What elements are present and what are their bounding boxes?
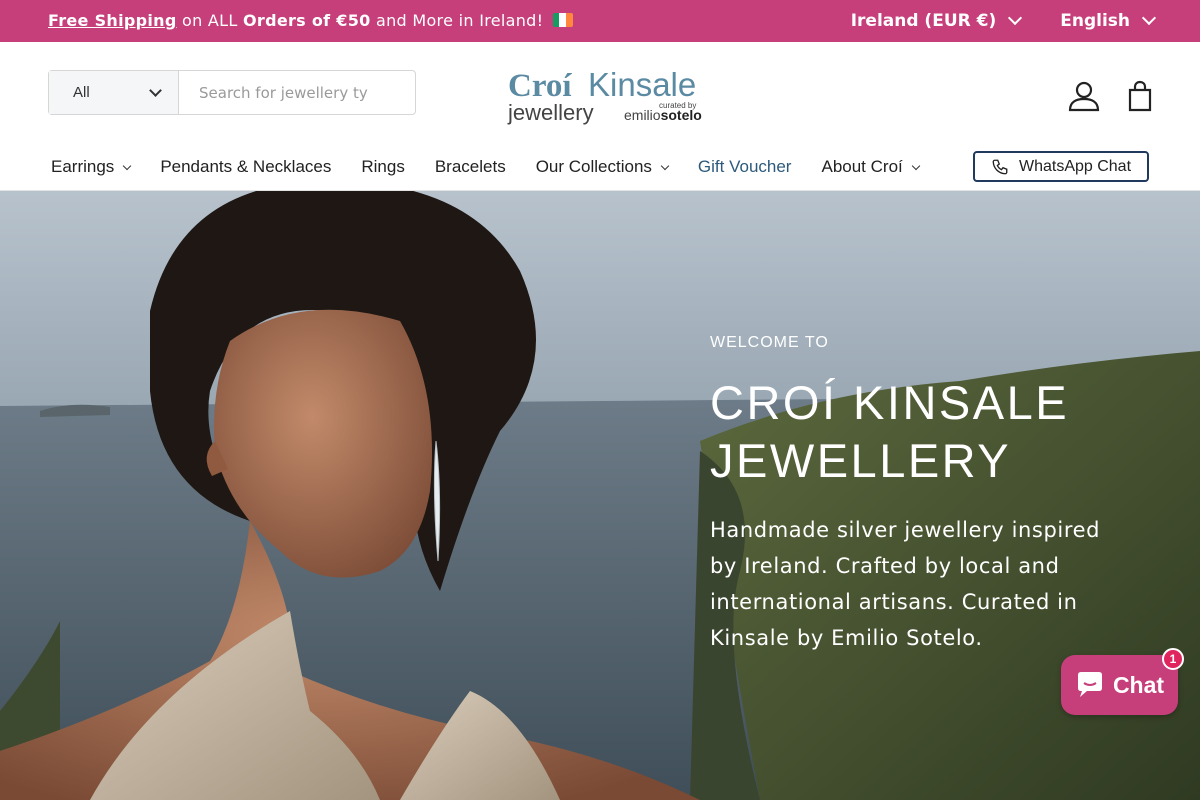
announcement-text-1: on ALL bbox=[176, 11, 243, 30]
announcement-text-2: and More in Ireland! bbox=[370, 11, 544, 30]
nav-item-label: Rings bbox=[361, 157, 405, 176]
nav-item-label: Gift Voucher bbox=[697, 157, 792, 176]
site-logo[interactable]: Croí Kinsale jewellery curated by emilio… bbox=[506, 64, 706, 126]
country-label: Ireland (EUR €) bbox=[850, 11, 997, 31]
nav-item-label: Pendants & Necklaces bbox=[160, 157, 332, 176]
search-input[interactable] bbox=[179, 71, 415, 114]
chat-notification-badge: 1 bbox=[1162, 648, 1184, 670]
hero-banner: WELCOME TO CROÍ KINSALE JEWELLERY Handma… bbox=[0, 191, 1200, 800]
announcement-bar: Free Shipping on ALL Orders of €50 and M… bbox=[0, 0, 1200, 42]
nav-item-rings[interactable]: Rings bbox=[361, 157, 404, 177]
logo-subtitle: jewellery bbox=[507, 100, 594, 125]
ireland-flag-icon bbox=[552, 13, 573, 27]
chat-bubble-icon bbox=[1077, 672, 1102, 697]
nav-item-label: Our Collections bbox=[535, 157, 652, 176]
nav-item-about[interactable]: About Croí bbox=[821, 157, 920, 177]
whatsapp-label: WhatsApp Chat bbox=[1018, 157, 1132, 175]
account-icon[interactable] bbox=[1066, 78, 1102, 114]
free-shipping-link[interactable]: Free Shipping bbox=[48, 11, 177, 30]
nav-item-gift-voucher[interactable]: Gift Voucher bbox=[698, 157, 792, 177]
nav-item-bracelets[interactable]: Bracelets bbox=[435, 157, 506, 177]
whatsapp-chat-button[interactable]: WhatsApp Chat bbox=[973, 151, 1149, 182]
chat-button[interactable]: Chat bbox=[1061, 655, 1178, 715]
hero-welcome: WELCOME TO bbox=[710, 334, 829, 351]
chevron-down-icon bbox=[911, 161, 920, 171]
announcement-bold: Orders of €50 bbox=[242, 11, 371, 30]
logo-curator-2: sotelo bbox=[661, 107, 702, 123]
country-selector[interactable]: Ireland (EUR €) bbox=[850, 10, 1023, 31]
search-category-label: All bbox=[73, 84, 90, 101]
nav-item-pendants-necklaces[interactable]: Pendants & Necklaces bbox=[160, 157, 331, 177]
chevron-down-icon bbox=[1008, 10, 1023, 26]
logo-curator-1: emilio bbox=[624, 107, 661, 123]
announcement-text: Free Shipping on ALL Orders of €50 and M… bbox=[48, 11, 573, 30]
logo-brand-1: Croí bbox=[508, 68, 572, 104]
hero-title: CROÍ KINSALE JEWELLERY bbox=[710, 374, 1130, 490]
chat-label: Chat bbox=[1112, 671, 1165, 698]
chevron-down-icon bbox=[660, 161, 670, 171]
svg-text:emiliosotelo: emiliosotelo bbox=[624, 107, 702, 123]
hero-description: Handmade silver jewellery inspired by Ir… bbox=[710, 518, 1101, 650]
nav-item-label: About Croí bbox=[821, 157, 903, 176]
search-bar: All bbox=[48, 70, 416, 115]
bag-icon[interactable] bbox=[1122, 78, 1158, 114]
chevron-down-icon bbox=[149, 83, 162, 97]
hero-title-line-1: CROÍ KINSALE bbox=[710, 376, 1070, 429]
logo-brand-2: Kinsale bbox=[588, 66, 696, 103]
chevron-down-icon bbox=[123, 161, 132, 171]
language-label: English bbox=[1060, 11, 1130, 31]
main-nav: Earrings Pendants & Necklaces Rings Brac… bbox=[51, 157, 949, 177]
nav-item-label: Bracelets bbox=[434, 157, 506, 176]
nav-item-label: Earrings bbox=[51, 157, 115, 176]
chevron-down-icon bbox=[1141, 10, 1157, 26]
search-category-select[interactable]: All bbox=[49, 71, 179, 114]
phone-icon bbox=[992, 159, 1008, 174]
nav-item-our-collections[interactable]: Our Collections bbox=[535, 157, 670, 177]
hero-title-line-2: JEWELLERY bbox=[710, 434, 1012, 487]
language-selector[interactable]: English bbox=[1060, 10, 1157, 31]
nav-item-earrings[interactable]: Earrings bbox=[51, 157, 132, 177]
